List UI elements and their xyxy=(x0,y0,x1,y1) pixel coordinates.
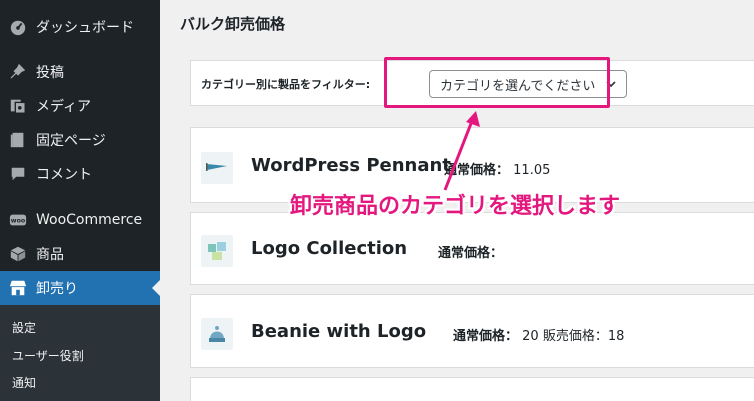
annotation-text: 卸売商品のカテゴリを選択します xyxy=(290,194,621,219)
